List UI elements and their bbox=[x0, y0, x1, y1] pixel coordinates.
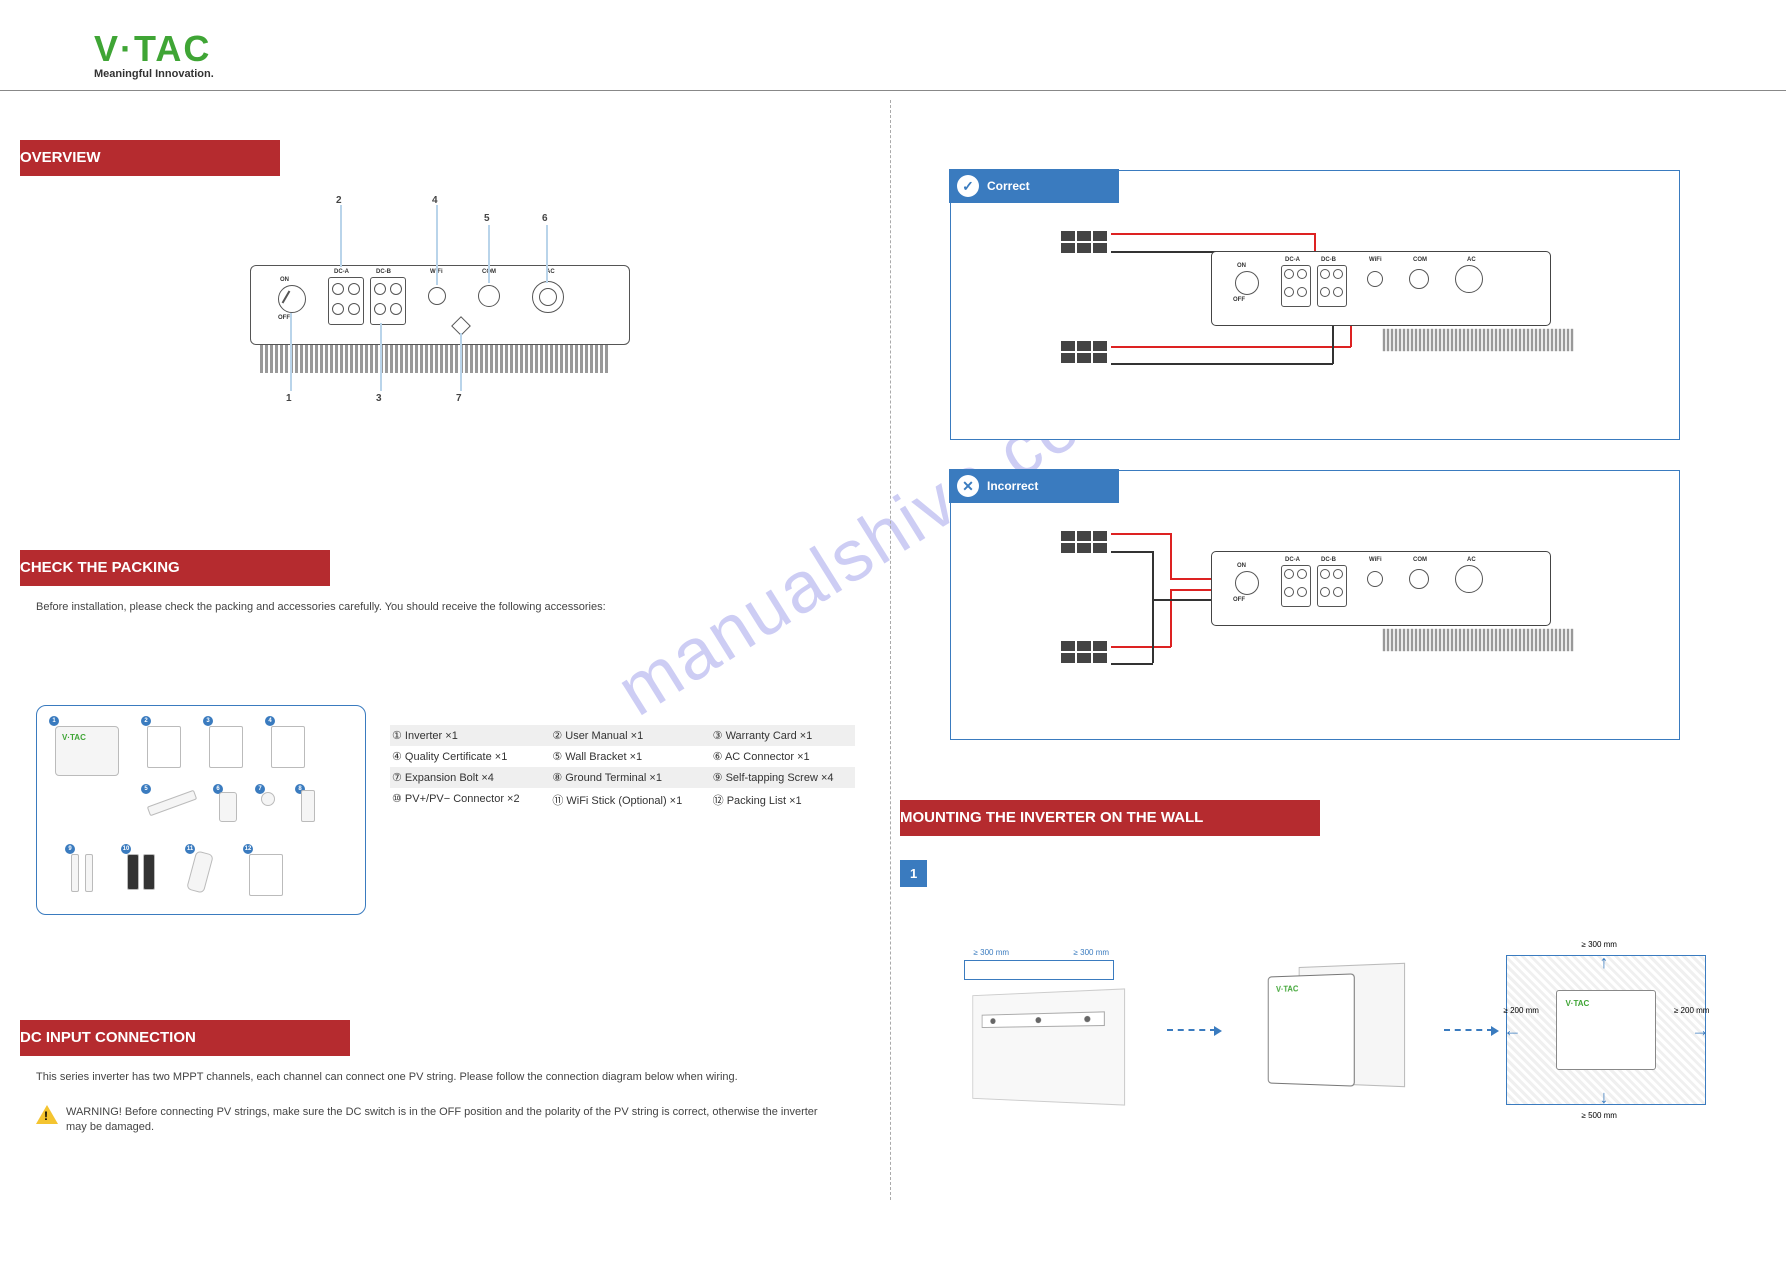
label-off: OFF bbox=[278, 315, 290, 321]
warning-text: WARNING! Before connecting PV strings, m… bbox=[66, 1105, 836, 1135]
overview-heading: OVERVIEW bbox=[20, 140, 280, 176]
incorrect-label: Incorrect bbox=[987, 479, 1038, 493]
packing-table: ① Inverter ×1② User Manual ×1③ Warranty … bbox=[390, 725, 855, 812]
arrow-icon bbox=[1167, 1029, 1216, 1031]
label-on: ON bbox=[280, 277, 289, 283]
wiring-incorrect-panel: ✕ Incorrect ON OFF DC-A D bbox=[950, 470, 1680, 740]
dc-heading: DC INPUT CONNECTION bbox=[20, 1020, 350, 1056]
arrow-icon bbox=[1444, 1029, 1493, 1031]
page-spine bbox=[890, 100, 891, 1200]
callout-1: 1 bbox=[286, 393, 292, 404]
callout-2: 2 bbox=[336, 195, 342, 206]
step-tag: 1 bbox=[900, 860, 927, 887]
packing-heading: CHECK THE PACKING bbox=[20, 550, 330, 586]
check-icon: ✓ bbox=[957, 175, 979, 197]
brand-tagline: Meaningful Innovation. bbox=[94, 68, 214, 80]
packing-intro: Before installation, please check the pa… bbox=[36, 600, 836, 615]
callout-7: 7 bbox=[456, 393, 462, 404]
warning-icon bbox=[36, 1105, 58, 1124]
mount-step-hang: V·TAC bbox=[1216, 930, 1443, 1130]
label-dca: DC-A bbox=[334, 269, 349, 275]
mount-step-clearance: V·TAC ↑ ≥ 300 mm ↓ ≥ 500 mm ← ≥ 200 mm →… bbox=[1493, 930, 1720, 1130]
callout-4: 4 bbox=[432, 195, 438, 206]
brand-logo: V·TAC bbox=[94, 28, 214, 70]
wiring-correct-panel: ✓ Correct ON OFF DC-A DC- bbox=[950, 170, 1680, 440]
packing-diagram: 1 V·TAC 2 3 4 5 6 7 8 9 10 11 12 bbox=[36, 705, 366, 915]
header-divider bbox=[0, 90, 1786, 91]
overview-diagram: ON OFF DC-A DC-B WiFi COM AC 2 4 6 bbox=[250, 195, 700, 445]
dc-note: This series inverter has two MPPT channe… bbox=[36, 1070, 796, 1085]
callout-5: 5 bbox=[484, 213, 490, 224]
cross-icon: ✕ bbox=[957, 475, 979, 497]
callout-3: 3 bbox=[376, 393, 382, 404]
mount-step-bracket: ≥ 300 mm ≥ 300 mm bbox=[940, 930, 1167, 1130]
correct-label: Correct bbox=[987, 179, 1030, 193]
mount-heading: MOUNTING THE INVERTER ON THE WALL bbox=[900, 800, 1320, 836]
mount-steps-row: ≥ 300 mm ≥ 300 mm V·TAC bbox=[940, 920, 1720, 1140]
label-dcb: DC-B bbox=[376, 269, 391, 275]
callout-6: 6 bbox=[542, 213, 548, 224]
